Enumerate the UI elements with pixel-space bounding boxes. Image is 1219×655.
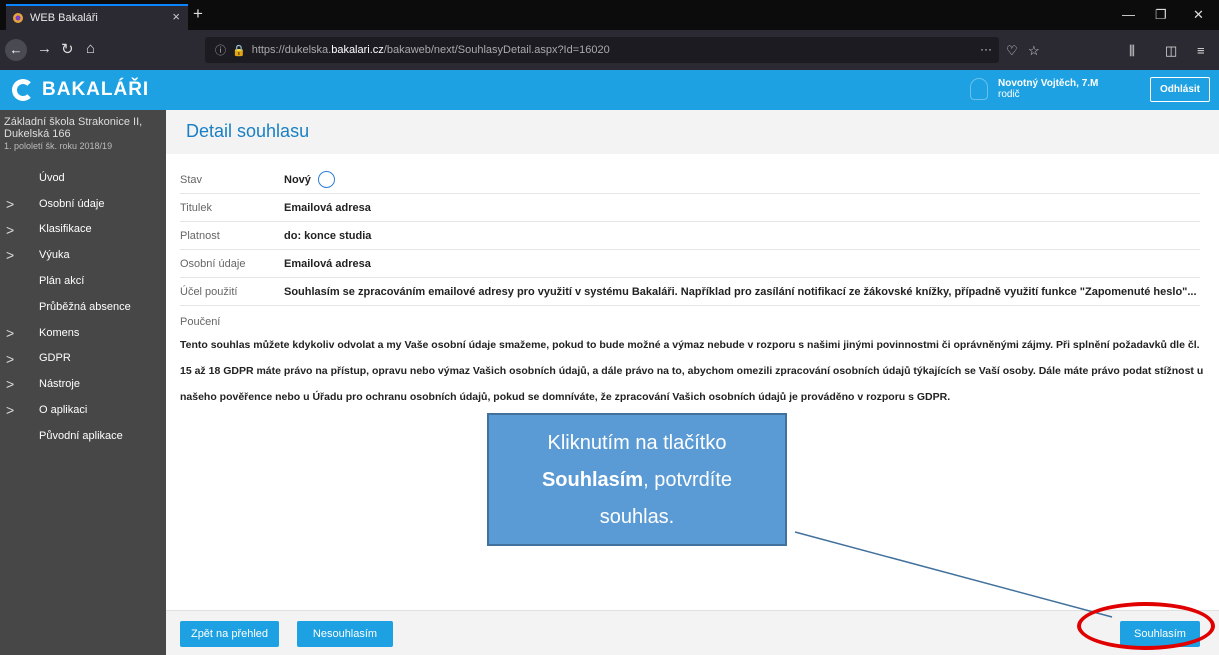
- instruction-callout: Kliknutím na tlačítko Souhlasím, potvrdí…: [487, 413, 787, 546]
- highlight-ring: [1077, 602, 1215, 650]
- callout-line2: , potvrdíte: [643, 469, 733, 491]
- callout-pointer-line: [794, 531, 1113, 618]
- callout-line1: Kliknutím na tlačítko: [547, 432, 727, 454]
- callout-line3: souhlas.: [599, 506, 675, 528]
- callout-bold: Souhlasím: [541, 469, 644, 491]
- screen: WEB Bakaláři × + — ❐ ✕ ← → ↻ ⌂ ⓘ 🔒 https…: [0, 0, 1219, 655]
